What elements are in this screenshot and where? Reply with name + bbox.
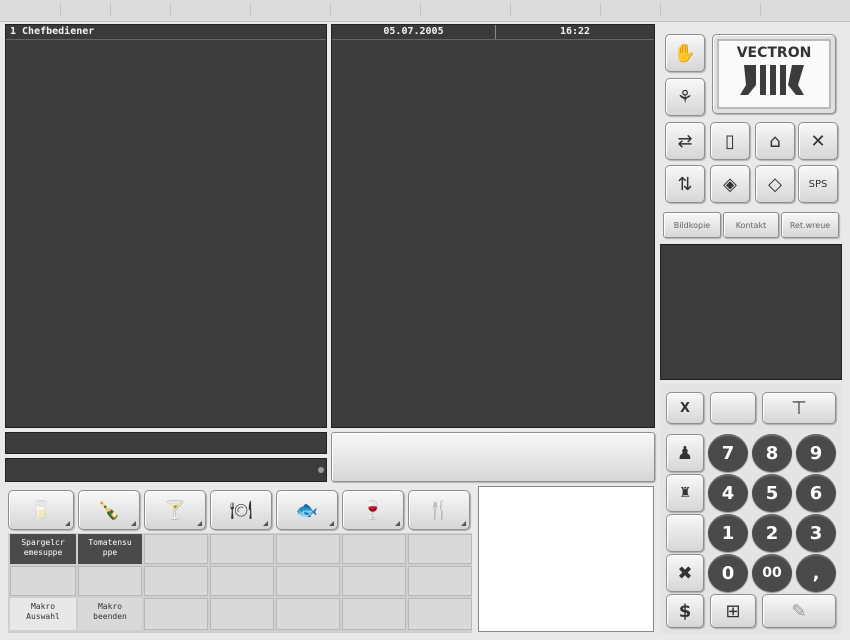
grid-cell[interactable]: [276, 566, 340, 596]
item-tomatensuppe[interactable]: Tomatensu ppe: [78, 534, 142, 564]
key-0[interactable]: 0: [708, 554, 748, 592]
grid-cell[interactable]: [342, 598, 406, 630]
grid-cell[interactable]: [78, 566, 142, 596]
grid-cell[interactable]: [408, 598, 472, 630]
key-9[interactable]: 9: [796, 434, 836, 472]
bildkopie-button[interactable]: Bildkopie: [663, 212, 721, 238]
drink-glass-icon[interactable]: 🥛: [8, 490, 74, 530]
disabled-key[interactable]: [710, 392, 756, 424]
grid-cell[interactable]: [342, 566, 406, 596]
key-5[interactable]: 5: [752, 474, 792, 512]
info-strip-2: [5, 458, 327, 482]
grid-cell[interactable]: [10, 566, 76, 596]
macro-select-button[interactable]: Makro Auswahl: [10, 598, 76, 630]
grid-cell[interactable]: [144, 534, 208, 564]
table-stool-icon[interactable]: ⊤: [762, 392, 836, 424]
scroll-indicator: [318, 467, 324, 473]
input-display[interactable]: [331, 432, 655, 482]
vectron-logo-button[interactable]: VECTRON: [712, 34, 836, 114]
cutlery-icon[interactable]: 🍴: [408, 490, 470, 530]
key-comma[interactable]: ,: [796, 554, 836, 592]
table-icon[interactable]: ⌂: [755, 122, 795, 160]
title-bar: [0, 0, 850, 22]
key-8[interactable]: 8: [752, 434, 792, 472]
customer-display: [660, 244, 842, 380]
subtotal-icon[interactable]: ⊞: [710, 594, 756, 628]
vectron-logo-icon: [740, 65, 804, 95]
grid-cell[interactable]: [276, 534, 340, 564]
item-spargelcremesuppe[interactable]: Spargelcr emesuppe: [10, 534, 76, 564]
split-icon[interactable]: ⚘: [665, 78, 705, 116]
disabled-side-key[interactable]: [666, 514, 704, 552]
transfer-icon[interactable]: ⇄: [665, 122, 705, 160]
key-2[interactable]: 2: [752, 514, 792, 552]
grid-cell[interactable]: [144, 566, 208, 596]
key-00[interactable]: 00: [752, 554, 792, 592]
key-1[interactable]: 1: [708, 514, 748, 552]
grid-cell[interactable]: [144, 598, 208, 630]
macro-end-button[interactable]: Makro beenden: [78, 598, 142, 630]
cash-button[interactable]: $: [666, 594, 704, 628]
key-7[interactable]: 7: [708, 434, 748, 472]
sps-button[interactable]: SPS: [798, 165, 838, 203]
info-strip-1: [5, 432, 327, 454]
grid-cell[interactable]: [210, 566, 274, 596]
grid-cell[interactable]: [408, 566, 472, 596]
person-icon[interactable]: ♟: [666, 434, 704, 472]
operator-header: 1 Chefbediener: [6, 25, 326, 40]
sort-icon[interactable]: ⇅: [665, 165, 705, 203]
close-x-icon[interactable]: ✕: [798, 122, 838, 160]
key-6[interactable]: 6: [796, 474, 836, 512]
grid-cell[interactable]: [276, 598, 340, 630]
grid-cell[interactable]: [210, 534, 274, 564]
time-display: 16:22: [496, 25, 654, 39]
card-icon[interactable]: ✎: [762, 594, 836, 628]
retoure-button[interactable]: Ret.wreue: [781, 212, 839, 238]
grid-cell[interactable]: [342, 534, 406, 564]
kontakt-button[interactable]: Kontakt: [723, 212, 779, 238]
clear-x-button[interactable]: X: [666, 392, 704, 424]
image-preview: [478, 486, 654, 632]
date-display: 05.07.2005: [332, 25, 496, 39]
key-3[interactable]: 3: [796, 514, 836, 552]
plate-icon[interactable]: 🍽: [210, 490, 272, 530]
key-4[interactable]: 4: [708, 474, 748, 512]
fish-icon[interactable]: 🐟: [276, 490, 338, 530]
journal-panel: 05.07.2005 16:22: [331, 24, 655, 428]
hand-icon[interactable]: ✋: [665, 34, 705, 72]
wine-glass-icon[interactable]: 🍷: [342, 490, 404, 530]
coupon2-icon[interactable]: ◇: [755, 165, 795, 203]
bottle-icon[interactable]: 🍾: [78, 490, 140, 530]
grid-cell[interactable]: [408, 534, 472, 564]
grid-cell[interactable]: [210, 598, 274, 630]
coupon-icon[interactable]: ◈: [710, 165, 750, 203]
receipt-icon[interactable]: ▯: [710, 122, 750, 160]
storno-x-icon[interactable]: ✖: [666, 554, 704, 592]
logo-text: VECTRON: [736, 45, 812, 61]
receipt-panel: 1 Chefbediener: [5, 24, 327, 428]
cocktail-icon[interactable]: 🍸: [144, 490, 206, 530]
bottles-icon[interactable]: ♜: [666, 474, 704, 512]
